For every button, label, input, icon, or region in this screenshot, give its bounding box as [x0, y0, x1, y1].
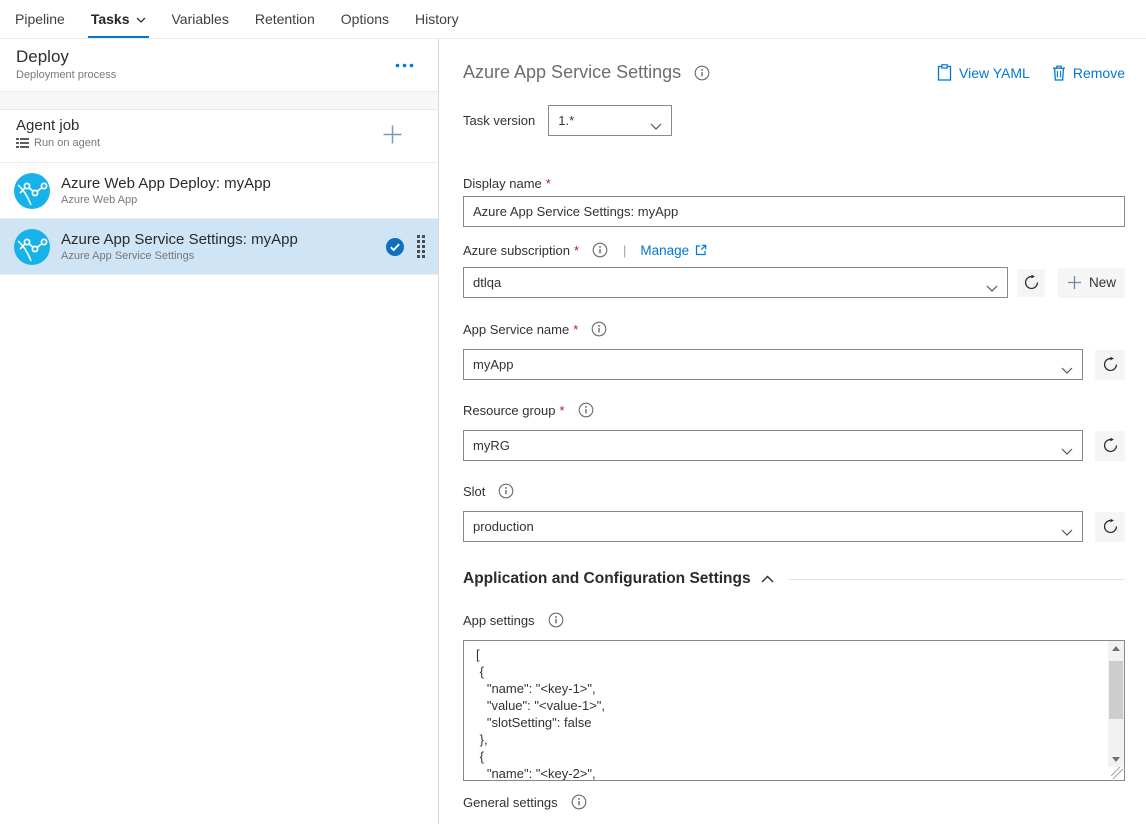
- azure-subscription-label: Azure subscription: [463, 243, 570, 258]
- agent-job-subtitle: Run on agent: [34, 137, 100, 149]
- info-icon[interactable]: [694, 65, 710, 81]
- slot-label: Slot: [463, 484, 485, 499]
- agent-icon: [16, 137, 29, 149]
- app-service-name-select[interactable]: myApp: [463, 349, 1083, 380]
- new-subscription-button[interactable]: New: [1058, 268, 1125, 298]
- info-icon[interactable]: [591, 321, 607, 337]
- refresh-icon: [1023, 274, 1040, 291]
- task-title: Azure Web App Deploy: myApp: [61, 175, 271, 192]
- chevron-down-icon: [650, 118, 662, 133]
- refresh-icon: [1102, 356, 1119, 373]
- clipboard-icon: [937, 64, 952, 81]
- process-header[interactable]: Deploy Deployment process: [0, 39, 438, 92]
- refresh-app-service-button[interactable]: [1095, 350, 1125, 380]
- task-version-label: Task version: [463, 113, 535, 128]
- info-icon[interactable]: [578, 402, 594, 418]
- process-title: Deploy: [16, 47, 422, 67]
- refresh-icon: [1102, 518, 1119, 535]
- resource-group-label: Resource group: [463, 403, 556, 418]
- agent-job-header[interactable]: Agent job Run on agent: [0, 110, 438, 163]
- display-name-label: Display name*: [463, 176, 1125, 191]
- display-name-input[interactable]: [463, 196, 1125, 227]
- app-settings-json[interactable]: [ { "name": "<key-1>", "value": "<value-…: [464, 641, 1107, 780]
- scroll-up-icon[interactable]: [1108, 641, 1124, 656]
- chevron-down-icon: [136, 17, 146, 23]
- info-icon[interactable]: [548, 612, 564, 628]
- azure-globe-icon: [14, 229, 50, 265]
- azure-globe-icon: [14, 173, 50, 209]
- sidebar-divider: [0, 92, 438, 110]
- chevron-down-icon: [1061, 443, 1073, 458]
- add-task-icon[interactable]: [381, 123, 404, 151]
- task-subtitle: Azure Web App: [61, 194, 271, 206]
- app-settings-textarea[interactable]: [ { "name": "<key-1>", "value": "<value-…: [463, 640, 1125, 781]
- general-settings-label: General settings: [463, 795, 558, 810]
- refresh-icon: [1102, 437, 1119, 454]
- plus-icon: [1067, 275, 1082, 290]
- page-title: Azure App Service Settings: [463, 62, 681, 83]
- resource-group-select[interactable]: myRG: [463, 430, 1083, 461]
- task-row-azure-web-app-deploy[interactable]: Azure Web App Deploy: myApp Azure Web Ap…: [0, 163, 438, 219]
- section-application-configuration-settings[interactable]: Application and Configuration Settings: [463, 570, 1125, 588]
- app-settings-label: App settings: [463, 613, 535, 628]
- nav-history[interactable]: History: [402, 0, 472, 38]
- slot-select[interactable]: production: [463, 511, 1083, 542]
- trash-icon: [1052, 65, 1066, 81]
- refresh-resource-group-button[interactable]: [1095, 431, 1125, 461]
- info-icon[interactable]: [498, 483, 514, 499]
- manage-link[interactable]: Manage: [640, 243, 707, 258]
- refresh-subscription-button[interactable]: [1017, 269, 1045, 297]
- info-icon[interactable]: [571, 794, 587, 810]
- nav-retention[interactable]: Retention: [242, 0, 328, 38]
- more-menu-icon[interactable]: [395, 55, 414, 73]
- task-title: Azure App Service Settings: myApp: [61, 231, 298, 248]
- resize-grip[interactable]: [1111, 767, 1123, 779]
- top-nav: Pipeline Tasks Variables Retention Optio…: [0, 0, 1146, 39]
- nav-pipeline[interactable]: Pipeline: [2, 0, 78, 38]
- chevron-down-icon: [1061, 362, 1073, 377]
- process-subtitle: Deployment process: [16, 69, 422, 81]
- task-version-select[interactable]: 1.*: [548, 105, 672, 136]
- section-divider-line: [789, 579, 1125, 580]
- pipeline-sidebar: Deploy Deployment process Agent job Run …: [0, 39, 439, 824]
- chevron-down-icon: [1061, 524, 1073, 539]
- scrollbar-thumb[interactable]: [1109, 661, 1123, 719]
- nav-options[interactable]: Options: [328, 0, 402, 38]
- task-row-azure-app-service-settings[interactable]: Azure App Service Settings: myApp Azure …: [0, 219, 438, 275]
- remove-button[interactable]: Remove: [1052, 64, 1125, 81]
- refresh-slot-button[interactable]: [1095, 512, 1125, 542]
- info-icon[interactable]: [592, 242, 608, 258]
- chevron-down-icon: [986, 280, 998, 295]
- view-yaml-button[interactable]: View YAML: [937, 64, 1030, 81]
- drag-handle[interactable]: [417, 235, 425, 258]
- azure-subscription-select[interactable]: dtlqa: [463, 267, 1008, 298]
- editor-scrollbar[interactable]: [1108, 641, 1124, 767]
- chevron-up-icon: [761, 575, 774, 583]
- app-service-name-label: App Service name: [463, 322, 569, 337]
- task-enabled-check-icon[interactable]: [386, 238, 404, 261]
- external-link-icon: [695, 244, 707, 256]
- nav-tasks[interactable]: Tasks: [78, 0, 159, 38]
- task-subtitle: Azure App Service Settings: [61, 250, 298, 262]
- agent-job-title: Agent job: [16, 117, 422, 134]
- nav-variables[interactable]: Variables: [159, 0, 242, 38]
- scroll-down-icon[interactable]: [1108, 752, 1124, 767]
- task-settings-panel: Azure App Service Settings View YAML Rem…: [440, 39, 1146, 824]
